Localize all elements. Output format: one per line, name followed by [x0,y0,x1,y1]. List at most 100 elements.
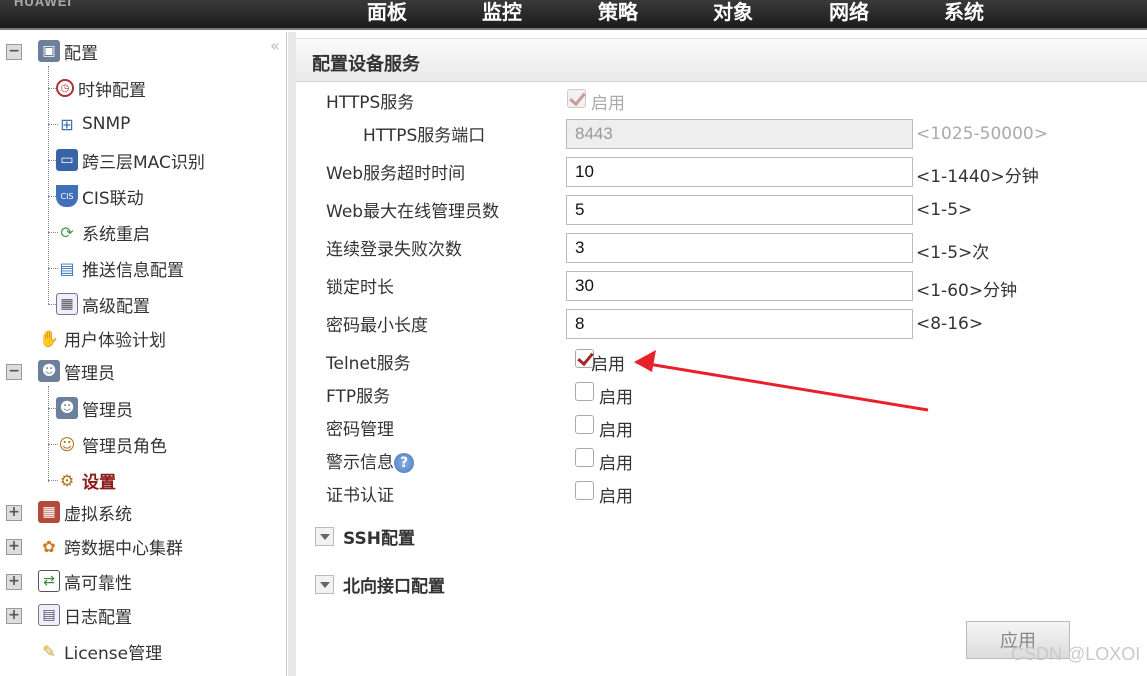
admin-role-icon: ☺ [58,434,76,454]
snmp-icon: ⊞ [60,114,74,134]
sidebar-item-clock[interactable]: ◷ 时钟配置 [56,73,146,103]
ssh-config-title: SSH配置 [343,529,415,549]
sidebar-item-label: 推送信息配置 [82,260,184,281]
sidebar-item-license[interactable]: ✎ License管理 [38,636,162,666]
ftp-enable-checkbox[interactable] [575,382,594,401]
collapse-toggle-config[interactable]: − [6,44,22,60]
config-icon: ▣ [38,40,60,62]
settings-icon: ⚙ [59,470,75,490]
sidebar-item-label: 系统重启 [82,224,150,245]
admin-icon: ☻ [38,360,60,382]
sidebar-item-cross-l3-mac[interactable]: ▭ 跨三层MAC识别 [56,145,205,175]
sidebar-tree: « − ▣ 配置 ◷ 时钟配置 ⊞ SNMP ▭ 跨三层MAC识别 CIS CI… [0,32,287,676]
sidebar-item-snmp[interactable]: ⊞ SNMP [56,109,130,139]
login-failures-hint: <1-5>次 [916,243,990,263]
web-max-admins-hint: <1-5> [916,200,973,220]
sidebar-item-settings[interactable]: ⚙ 设置 [56,465,116,495]
brand-logo: HUAWEI [14,0,72,9]
nav-system[interactable]: 系统 [944,0,984,25]
expand-toggle-log-config[interactable]: + [6,608,22,624]
sidebar-item-label: 管理员角色 [82,436,167,457]
password-management-label: 密码管理 [326,420,394,440]
nav-monitor[interactable]: 监控 [482,0,522,25]
nav-object[interactable]: 对象 [713,0,753,25]
annotation-arrow-shaft [635,360,929,412]
sidebar-item-cis[interactable]: CIS CIS联动 [56,181,144,211]
password-min-length-hint: <8-16> [916,314,984,334]
northbound-interface-title: 北向接口配置 [343,577,445,597]
page-title: 配置设备服务 [312,54,420,75]
tree-connector [48,386,49,482]
sidebar-item-label: 跨数据中心集群 [64,538,183,559]
cert-auth-label: 证书认证 [326,486,394,506]
ssh-config-section[interactable]: SSH配置 [315,524,415,549]
expand-toggle-high-availability[interactable]: + [6,574,22,590]
password-management-checkbox[interactable] [575,415,594,434]
monitor-icon: ▭ [56,149,78,171]
sidebar-item-advanced-config[interactable]: ▦ 高级配置 [56,289,150,319]
collapse-sidebar-icon[interactable]: « [270,36,280,55]
push-message-icon: ▤ [59,258,75,278]
web-max-admins-input[interactable] [566,195,913,225]
web-timeout-label: Web服务超时时间 [326,164,466,184]
warning-info-text: 警示信息 [326,453,394,473]
sidebar-item-virtual-system[interactable]: ▦ 虚拟系统 [38,497,132,527]
sidebar-item-log-config[interactable]: ▤ 日志配置 [38,600,132,630]
sidebar-item-label: License管理 [64,643,163,664]
nav-network[interactable]: 网络 [829,0,869,25]
lock-duration-input[interactable] [566,271,913,301]
sidebar-item-admin-group[interactable]: ☻ 管理员 [38,356,115,386]
user-experience-icon: ✋ [39,328,59,348]
annotation-arrow-head [634,350,656,372]
telnet-enable-label: 启用 [591,355,625,375]
license-icon: ✎ [42,641,56,661]
sidebar-item-label: 时钟配置 [78,80,146,101]
login-failures-label: 连续登录失败次数 [326,240,462,260]
expand-toggle-cluster[interactable]: + [6,539,22,555]
https-port-label: HTTPS服务端口 [363,126,486,146]
sidebar-item-label: 虚拟系统 [64,504,132,525]
password-management-enable-label: 启用 [599,421,633,441]
sidebar-item-restart[interactable]: ⟳ 系统重启 [56,217,150,247]
lock-duration-hint: <1-60>分钟 [916,281,1018,301]
sidebar-item-label: 用户体验计划 [64,330,166,351]
warning-info-label: 警示信息? [326,448,414,473]
watermark-text: CSDN @LOXOI [1011,644,1141,664]
chevron-down-icon [315,527,334,546]
sidebar-item-config[interactable]: ▣ 配置 [38,36,98,66]
sidebar-item-label: 高可靠性 [64,573,132,594]
top-nav-bar: HUAWEI 面板 监控 策略 对象 网络 系统 [0,0,1147,30]
web-timeout-input[interactable] [566,157,913,187]
sidebar-item-label: 日志配置 [64,607,132,628]
sidebar-item-label: CIS联动 [82,188,144,209]
cert-auth-enable-label: 启用 [599,487,633,507]
password-min-length-label: 密码最小长度 [326,316,428,336]
sidebar-item-label: 高级配置 [82,296,150,317]
warning-info-checkbox[interactable] [575,448,594,467]
cert-auth-checkbox[interactable] [575,481,594,500]
cluster-icon: ✿ [42,536,56,556]
https-port-input [566,119,913,149]
sidebar-item-admin[interactable]: ☻ 管理员 [56,393,133,423]
admin-icon: ☻ [56,397,78,419]
virtual-system-icon: ▦ [38,501,60,523]
chevron-down-icon [315,575,334,594]
nav-dashboard[interactable]: 面板 [367,0,407,25]
collapse-toggle-admin[interactable]: − [6,364,22,380]
password-min-length-input[interactable] [566,309,913,339]
sidebar-item-admin-role[interactable]: ☺ 管理员角色 [56,429,167,459]
login-failures-input[interactable] [566,233,913,263]
northbound-interface-section[interactable]: 北向接口配置 [315,572,445,597]
sidebar-item-cross-dc-cluster[interactable]: ✿ 跨数据中心集群 [38,531,183,561]
sidebar-item-push-message[interactable]: ▤ 推送信息配置 [56,253,184,283]
help-icon[interactable]: ? [394,453,414,473]
nav-policy[interactable]: 策略 [598,0,638,25]
warning-info-enable-label: 启用 [599,454,633,474]
sidebar-item-user-experience[interactable]: ✋ 用户体验计划 [38,323,166,353]
sidebar-item-label: SNMP [82,114,131,134]
restart-icon: ⟳ [60,222,74,242]
sidebar-item-high-availability[interactable]: ⇄ 高可靠性 [38,566,132,596]
web-timeout-hint: <1-1440>分钟 [916,167,1039,187]
expand-toggle-virtual-system[interactable]: + [6,505,22,521]
panel-header: 配置设备服务 [296,38,1147,82]
